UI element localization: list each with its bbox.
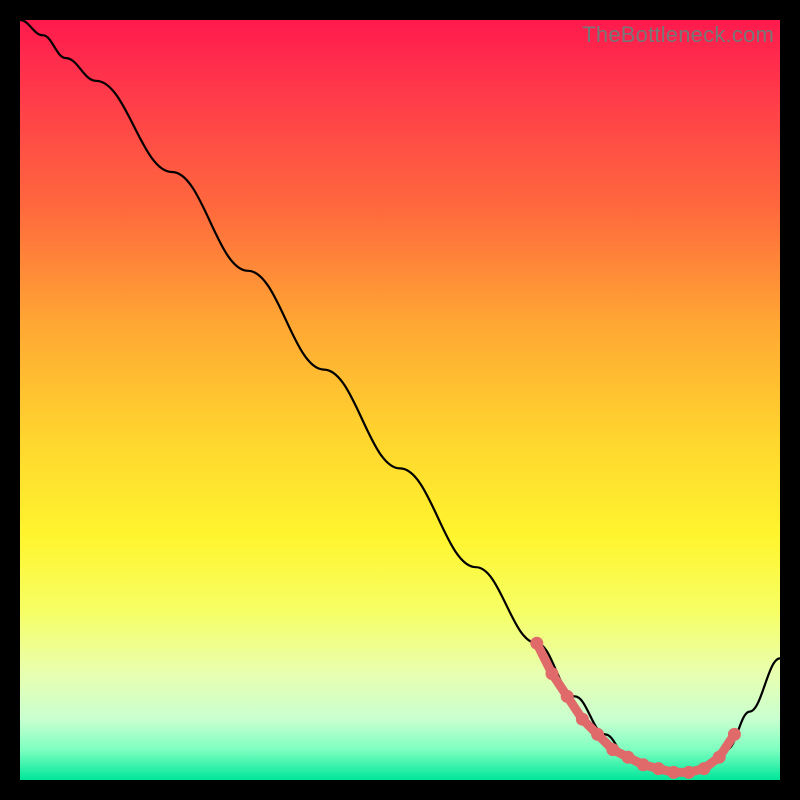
chart-frame: TheBottleneck.com — [20, 20, 780, 780]
sweet-spot-dot — [530, 637, 543, 650]
sweet-spot-dot — [546, 667, 559, 680]
sweet-spot-dot — [682, 766, 695, 779]
sweet-spot-dot — [591, 728, 604, 741]
sweet-spot-dot — [698, 762, 711, 775]
sweet-spot-dot — [606, 743, 619, 756]
sweet-spot-dot — [622, 751, 635, 764]
sweet-spot-dot — [561, 690, 574, 703]
sweet-spot-stroke — [537, 643, 735, 772]
sweet-spot-dot — [576, 713, 589, 726]
sweet-spot-dot — [652, 762, 665, 775]
chart-svg — [20, 20, 780, 780]
sweet-spot-dot — [713, 751, 726, 764]
sweet-spot-dot — [667, 766, 680, 779]
sweet-spot-dot — [637, 758, 650, 771]
sweet-spot-dot — [728, 728, 741, 741]
bottleneck-curve — [20, 20, 780, 772]
